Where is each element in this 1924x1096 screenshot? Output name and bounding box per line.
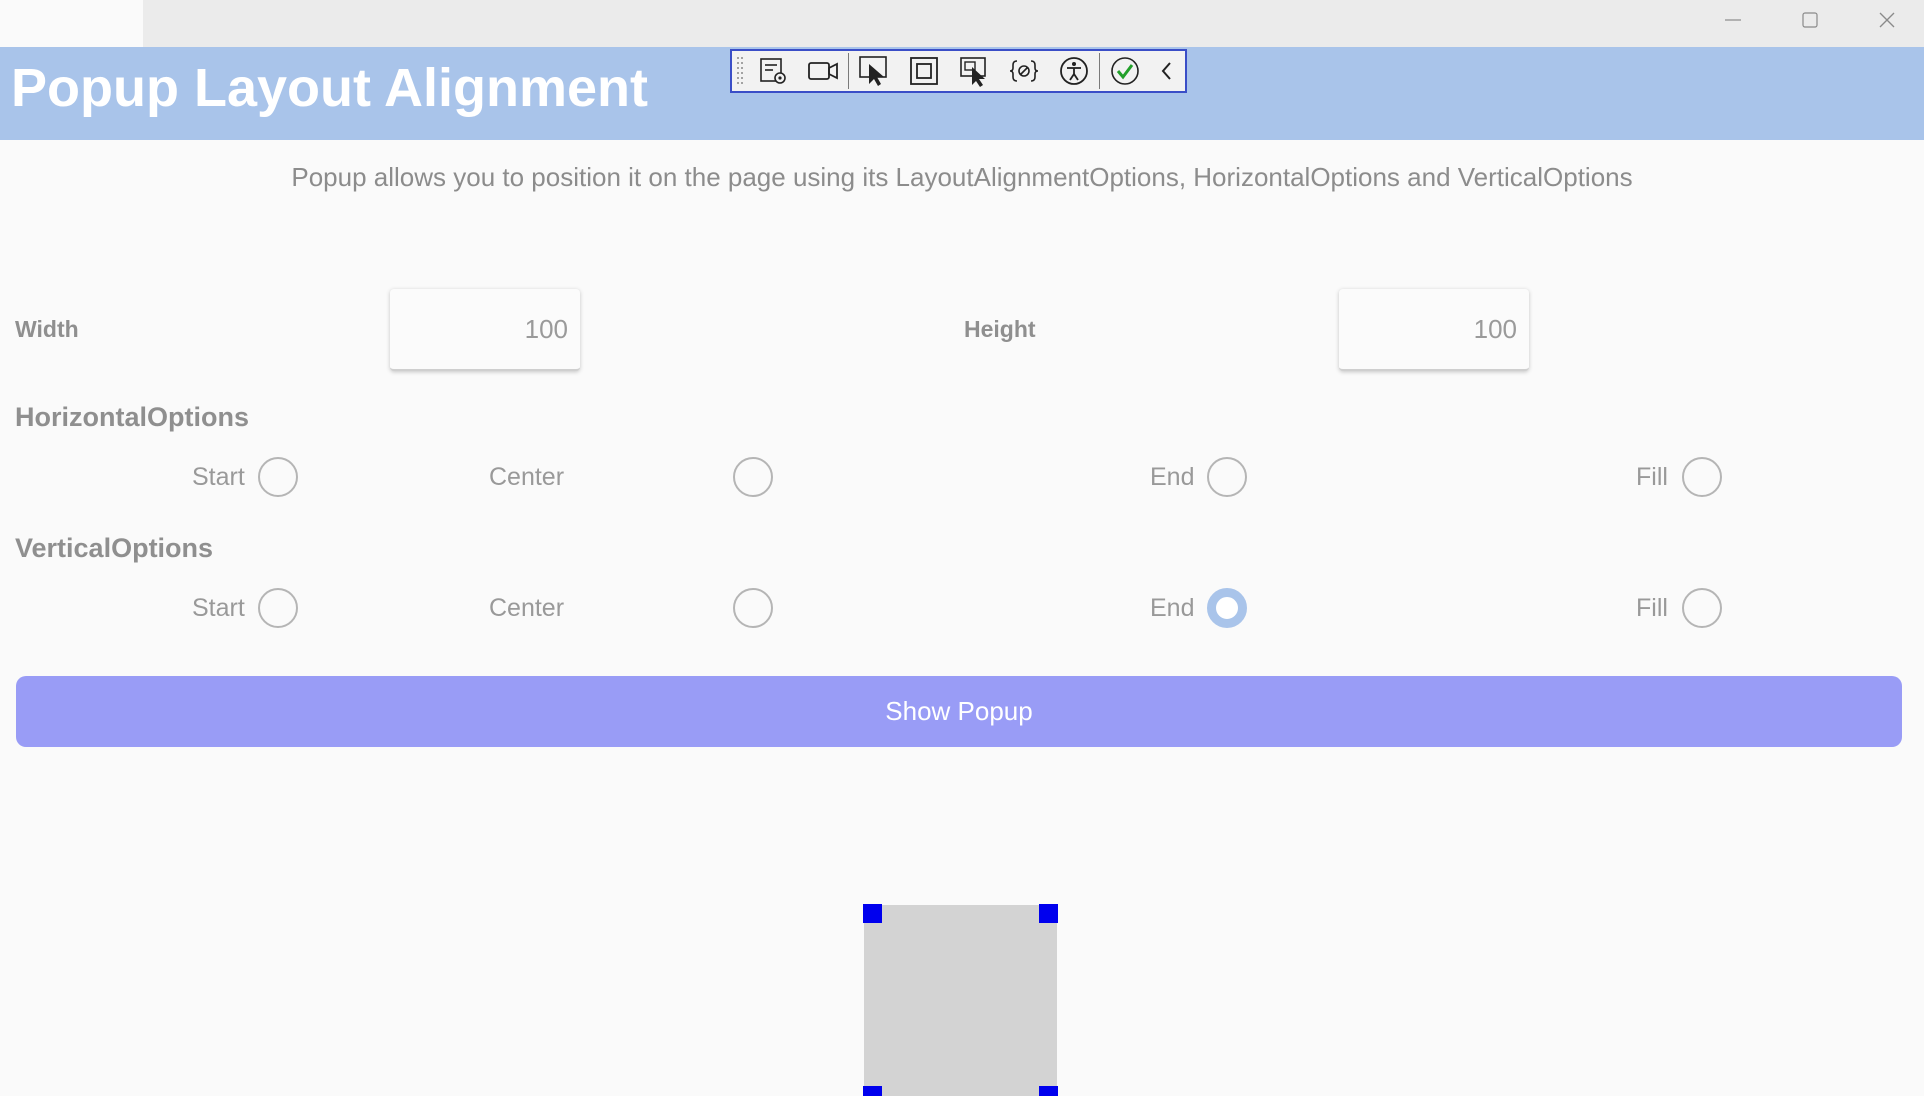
display-layout-adorners-button[interactable] (899, 51, 949, 91)
track-focus-button[interactable] (949, 51, 999, 91)
record-icon (808, 62, 838, 80)
close-button[interactable] (1851, 0, 1923, 40)
width-label: Width (15, 316, 79, 342)
binding-failures-button[interactable] (999, 51, 1049, 91)
width-field[interactable] (390, 289, 580, 371)
show-popup-button[interactable]: Show Popup (16, 676, 1902, 747)
accessibility-icon (1060, 57, 1088, 85)
titlebar-left-area (0, 0, 143, 47)
display-layout-adorners-icon (910, 57, 938, 85)
hot-reload-status-button[interactable] (1100, 51, 1150, 91)
window-titlebar (0, 0, 1924, 47)
collapse-toolbar-button[interactable] (1150, 51, 1184, 91)
vertical-center-label: Center (489, 594, 565, 622)
horizontal-fill-radio[interactable] (1682, 457, 1722, 497)
horizontal-end-radio[interactable] (1207, 457, 1247, 497)
horizontal-center-label: Center (489, 463, 565, 491)
accessibility-checker-button[interactable] (1049, 51, 1099, 91)
track-focus-icon (960, 57, 986, 87)
select-element-button[interactable] (849, 51, 899, 91)
select-element-icon (859, 56, 887, 86)
page-title: Popup Layout Alignment (11, 58, 648, 118)
debug-toolbar (730, 49, 1187, 93)
maximize-icon (1802, 12, 1818, 28)
selection-handle-top-right[interactable] (1039, 904, 1058, 923)
vertical-start-radio[interactable] (258, 588, 298, 628)
vertical-options-title: VerticalOptions (15, 533, 214, 563)
horizontal-fill-label: Fill (1636, 463, 1668, 491)
horizontal-options-title: HorizontalOptions (15, 402, 249, 432)
live-visual-tree-icon (760, 58, 786, 84)
vertical-end-label: End (1150, 594, 1195, 622)
checkmark-icon (1111, 57, 1139, 85)
maximize-button[interactable] (1774, 0, 1846, 40)
height-input[interactable] (1339, 289, 1529, 369)
horizontal-start-label: Start (192, 463, 245, 491)
minimize-button[interactable] (1697, 0, 1769, 40)
height-field[interactable] (1339, 289, 1529, 371)
close-icon (1879, 12, 1895, 28)
selection-handle-bottom-left[interactable] (863, 1086, 882, 1096)
collapse-chevron-icon (1161, 62, 1171, 80)
width-input[interactable] (390, 289, 580, 369)
horizontal-end-label: End (1150, 463, 1195, 491)
horizontal-start-radio[interactable] (258, 457, 298, 497)
binding-failures-icon (1009, 60, 1039, 82)
vertical-fill-radio[interactable] (1682, 588, 1722, 628)
record-button[interactable] (798, 51, 848, 91)
vertical-end-radio[interactable] (1207, 588, 1247, 628)
height-label: Height (964, 316, 1036, 342)
minimize-icon (1725, 19, 1741, 21)
selection-handle-bottom-right[interactable] (1039, 1086, 1058, 1096)
vertical-fill-label: Fill (1636, 594, 1668, 622)
popup-preview[interactable] (863, 904, 1058, 1096)
selection-handle-top-left[interactable] (863, 904, 882, 923)
page-description: Popup allows you to position it on the p… (291, 162, 1633, 192)
grip-icon[interactable] (732, 51, 748, 91)
horizontal-center-radio[interactable] (733, 457, 773, 497)
live-visual-tree-button[interactable] (748, 51, 798, 91)
vertical-start-label: Start (192, 594, 245, 622)
vertical-center-radio[interactable] (733, 588, 773, 628)
